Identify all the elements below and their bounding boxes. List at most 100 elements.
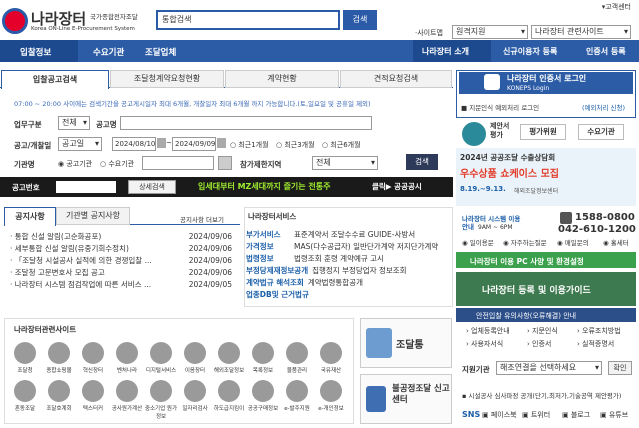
service-row[interactable]: 가격정보 MAS(다수공급자) 일반단가계약 저지단가계약: [246, 240, 450, 252]
twitter-link[interactable]: ▣ 트위터: [522, 410, 550, 420]
logo-icon: [2, 8, 28, 34]
list-item[interactable]: · 「조달청 시설공사 실적에 의한 경쟁입찰 ... 2024/09/06: [10, 254, 232, 266]
related-site-item[interactable]: 해외조달정보: [212, 342, 246, 374]
nav-intro[interactable]: 나라장터 소개: [422, 46, 469, 57]
calendar-icon[interactable]: [217, 138, 226, 148]
facebook-link[interactable]: ▣ 페이스북: [482, 410, 517, 420]
youtube-link[interactable]: ▣ 유튜브: [600, 410, 628, 420]
banner-ad[interactable]: 입세대부터 MZ세대까지 즐기는 전통주: [198, 181, 331, 192]
nav-cert[interactable]: 인증서 등록: [586, 46, 626, 57]
phone-1: 1588-0800: [575, 212, 635, 223]
nav-supplier[interactable]: 조달업체: [145, 46, 176, 58]
exception-link[interactable]: (예외처리 신청): [582, 102, 625, 112]
region-label: 참가제한지역: [240, 160, 282, 169]
link-record[interactable]: › 실적증명서: [577, 339, 614, 349]
link-cert[interactable]: › 인증서: [527, 339, 551, 349]
site-icon: [82, 342, 104, 364]
site-icon: [218, 380, 240, 402]
fingerprint-check[interactable]: ■ 지문인식 예외처리 로그인: [461, 102, 539, 112]
eval-committee-button[interactable]: 평가위원: [520, 124, 566, 140]
service-row[interactable]: 부정당제재정보공개 집행정지 부정당업자 정보조회: [246, 264, 450, 276]
site-icon: [286, 380, 308, 402]
date-to-input[interactable]: 2024/09/09: [172, 137, 216, 151]
tab-quote-search[interactable]: 견적요청검색: [340, 70, 452, 88]
related-site-item[interactable]: 국유재산: [314, 342, 348, 374]
detail-search-button[interactable]: 상세검색: [128, 180, 176, 194]
related-site-item[interactable]: 일자리검사: [178, 380, 212, 420]
demand-org-button[interactable]: 수요기관: [578, 124, 624, 140]
related-site-item[interactable]: 이음장터: [178, 342, 212, 374]
related-site-item[interactable]: 혼동조달: [8, 380, 42, 420]
related-site-item[interactable]: e-개인정보: [314, 380, 348, 420]
related-site-item[interactable]: 목록정보: [246, 342, 280, 374]
link-forms[interactable]: › 사용자서식: [466, 339, 503, 349]
tab-contract-status[interactable]: 계약현황: [225, 70, 339, 88]
related-site-item[interactable]: 디지털서비스: [144, 342, 178, 374]
notice-name-input[interactable]: [120, 116, 372, 130]
banner-click[interactable]: 클릭▶ 공공공시: [372, 181, 422, 192]
help-mail[interactable]: ◉ 매일문의: [557, 237, 589, 247]
related-site-item[interactable]: 물품관리: [280, 342, 314, 374]
biz-select[interactable]: 전체: [58, 116, 90, 130]
notice-more-link[interactable]: 공지사항 더보기: [180, 214, 224, 224]
customer-center-link[interactable]: ▾고객센터: [602, 2, 631, 12]
blog-link[interactable]: ▣ 블로그: [562, 410, 590, 420]
date-from-input[interactable]: 2024/08/10: [112, 137, 156, 151]
related-site-item[interactable]: 공공구매정보: [246, 380, 280, 420]
related-site-select[interactable]: 나라장터 관련사이트: [531, 25, 631, 39]
org-input[interactable]: [142, 156, 214, 170]
calendar-icon[interactable]: [157, 138, 166, 148]
service-row[interactable]: 법령정보 법령조회 훈령 계약예규 고시: [246, 252, 450, 264]
search-button[interactable]: 검색: [343, 10, 377, 30]
form-search-button[interactable]: 검색: [406, 154, 438, 170]
service-row[interactable]: 부가서비스 표준계약서 조달수수료 GUIDE-사방서: [246, 228, 450, 240]
help-faq[interactable]: ◉ 자주하는질문: [503, 237, 547, 247]
service-row[interactable]: 계약법규 해석조회 계약법령통합공개: [246, 276, 450, 288]
link-register[interactable]: › 업체등록안내: [466, 326, 510, 336]
tab-org-notices[interactable]: 기관별 공지사항: [56, 207, 130, 225]
related-site-item[interactable]: 중소기업 원가정보: [144, 380, 178, 420]
list-item[interactable]: · 나라장터 시스템 점검작업에 따른 서비스 ... 2024/09/05: [10, 278, 232, 290]
related-site-item[interactable]: 공사원가계산: [110, 380, 144, 420]
remote-support-select[interactable]: 원격지원: [452, 25, 528, 39]
support-org-select[interactable]: 해조연결을 선택하세요: [496, 361, 602, 375]
search-input[interactable]: 통합검색: [156, 10, 340, 30]
related-site-item[interactable]: e-발주지원: [280, 380, 314, 420]
site-icon: [184, 380, 206, 402]
nav-demand-org[interactable]: 수요기관: [93, 46, 124, 58]
safe-bid-label: 안전입찰 유의사항(오류해결) 안내: [476, 312, 577, 320]
date-type-select[interactable]: 공고일: [58, 137, 102, 151]
date-label: 공고/개찰일: [14, 141, 52, 150]
radio-1month[interactable]: ○ 최근1개월: [230, 140, 269, 150]
help-holder[interactable]: ◉ 홀세터: [603, 237, 629, 247]
nav-bid-info[interactable]: 입찰정보: [20, 46, 51, 58]
notice-no-input[interactable]: [56, 181, 116, 193]
region-select[interactable]: 전체: [312, 156, 378, 170]
radio-6month[interactable]: ○ 최근6개월: [322, 140, 361, 150]
tab-contract-request[interactable]: 조달청계약요청현황: [110, 70, 224, 88]
radio-notice-org[interactable]: ◉ 공고기관: [58, 159, 92, 169]
construction-notice[interactable]: ▪ 시설공사 심사파정 공개(단기,최저가,기술공역 제안평가): [462, 390, 632, 400]
tab-notices[interactable]: 공지사항: [4, 207, 56, 226]
link-error-fix[interactable]: › 오류조치방법: [577, 326, 621, 336]
tab-bid-search[interactable]: 입찰공고검색: [1, 70, 109, 89]
related-site-item[interactable]: 벤처나라: [110, 342, 144, 374]
related-site-item[interactable]: 조달호계회: [42, 380, 76, 420]
list-item[interactable]: · 세부통합 신설 알림(유중기회수정치) 2024/09/06: [10, 242, 232, 254]
link-fingerprint[interactable]: › 지문인식: [527, 326, 558, 336]
nav-new-user[interactable]: 신규이용자 등록: [503, 46, 557, 57]
search-icon[interactable]: [218, 156, 232, 170]
confirm-button[interactable]: 확인: [608, 361, 632, 375]
related-site-item[interactable]: 조달청: [8, 342, 42, 374]
radio-demand-org[interactable]: ○ 수요기관: [100, 159, 134, 169]
related-site-item[interactable]: 텍스터커: [76, 380, 110, 420]
related-site-item[interactable]: 혁신장터: [76, 342, 110, 374]
sitemap-link[interactable]: ·사이트맵: [415, 28, 443, 38]
list-item[interactable]: · 통합 신설 알림(고순화공포) 2024/09/06: [10, 230, 232, 242]
related-site-item[interactable]: 종합쇼핑몰: [42, 342, 76, 374]
related-site-item[interactable]: 하도급지킴이: [212, 380, 246, 420]
radio-3month[interactable]: ○ 최근3개월: [276, 140, 315, 150]
service-row[interactable]: 업종DB및 근거법규: [246, 288, 450, 300]
help-remote[interactable]: ◉ 일이용문: [462, 237, 494, 247]
list-item[interactable]: · 조달청 고문변호사 모집 공고 2024/09/06: [10, 266, 232, 278]
